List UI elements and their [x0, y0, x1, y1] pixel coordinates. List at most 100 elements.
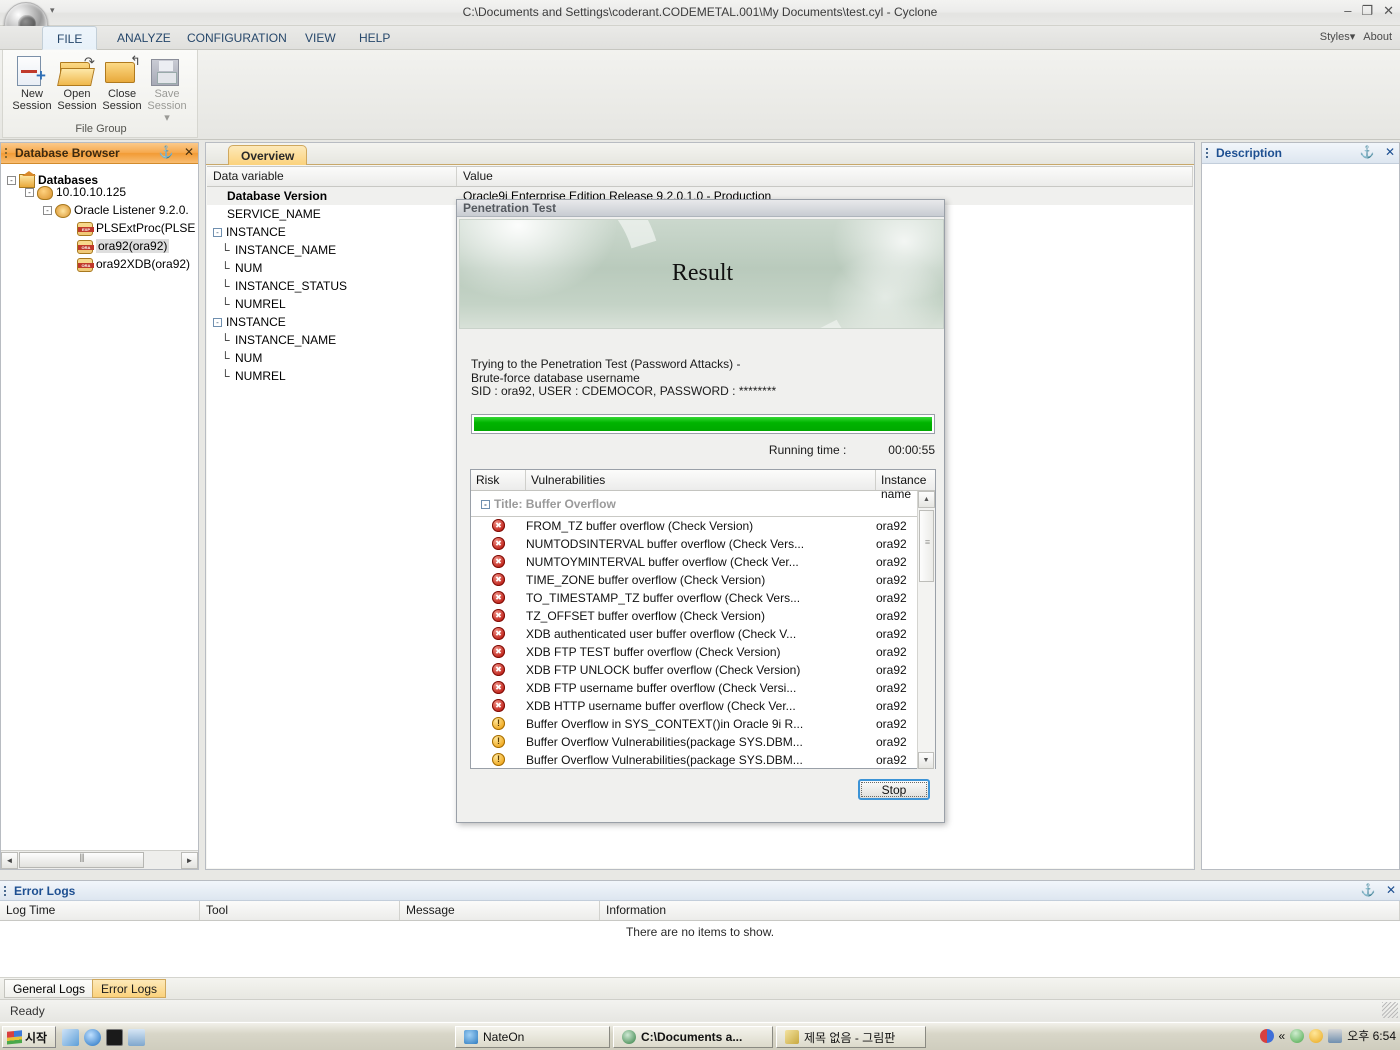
tray-expand-icon[interactable]: «: [1279, 1029, 1286, 1043]
database-browser-horizontal-scrollbar[interactable]: ◄ ►: [1, 850, 198, 869]
table-row[interactable]: NUMTODSINTERVAL buffer overflow (Check V…: [471, 535, 918, 553]
close-button[interactable]: ✕: [1383, 4, 1394, 18]
column-header-log-time[interactable]: Log Time: [0, 901, 200, 920]
expander-icon[interactable]: -: [213, 318, 222, 328]
tree-item-label: 10.10.10.125: [56, 185, 127, 199]
risk-cell: [471, 517, 526, 535]
column-header-message[interactable]: Message: [400, 901, 600, 920]
clock[interactable]: 오후 6:54: [1347, 1027, 1396, 1044]
tab-view[interactable]: VIEW: [291, 26, 350, 50]
tray-icon-1[interactable]: [1259, 1028, 1274, 1043]
expander-icon[interactable]: -: [481, 500, 490, 510]
cell-label: NUMREL: [235, 369, 286, 383]
tab-error-logs[interactable]: Error Logs: [92, 979, 167, 998]
column-header-instance-name[interactable]: Instance name: [876, 470, 935, 501]
column-header-risk[interactable]: Risk: [471, 470, 526, 490]
dialog-title-bar[interactable]: Penetration Test: [457, 200, 944, 217]
pin-icon[interactable]: ⚓: [1360, 145, 1375, 159]
vulnerabilities-vertical-scrollbar[interactable]: ▲ ▼: [917, 491, 935, 769]
expander-icon[interactable]: -: [25, 188, 34, 198]
expander-icon[interactable]: -: [43, 206, 52, 216]
panel-grip-icon[interactable]: [4, 886, 6, 897]
panel-grip-icon[interactable]: [1206, 148, 1208, 159]
description-header-buttons: ⚓ ✕: [1353, 145, 1395, 159]
tray-icon-3[interactable]: [1309, 1028, 1324, 1043]
expander-icon[interactable]: -: [213, 228, 222, 238]
table-row[interactable]: XDB FTP username buffer overflow (Check …: [471, 679, 918, 697]
resize-grip-icon[interactable]: [1382, 1002, 1398, 1018]
new-session-button[interactable]: + New Session: [9, 54, 55, 112]
restore-button[interactable]: ❐: [1361, 4, 1373, 18]
vulnerability-group-header[interactable]: - Title: Buffer Overflow: [471, 491, 918, 517]
tree-item-listener[interactable]: - Oracle Listener 9.2.0.: [1, 201, 198, 219]
scroll-track[interactable]: [145, 852, 181, 869]
tree-item-ora92[interactable]: ORA ora92(ora92): [1, 237, 198, 255]
tree-item-ora92xdb[interactable]: ORA ora92XDB(ora92): [1, 255, 198, 273]
tree-item-databases[interactable]: - Databases: [1, 165, 198, 188]
database-tree[interactable]: - Databases -10.10.10.125 - Oracle Listene…: [1, 165, 198, 848]
column-header-information[interactable]: Information: [600, 901, 1400, 920]
table-row[interactable]: XDB authenticated user buffer overflow (…: [471, 625, 918, 643]
column-header-value[interactable]: Value: [457, 167, 1193, 186]
tab-general-logs[interactable]: General Logs: [4, 979, 95, 998]
dialog-title: Penetration Test: [463, 201, 557, 215]
tab-configuration[interactable]: CONFIGURATION: [173, 26, 301, 50]
column-header-data-variable[interactable]: Data variable: [207, 167, 457, 186]
taskbar-item-explorer[interactable]: C:\Documents a...: [613, 1026, 773, 1048]
quick-access-toolbar-caret-icon[interactable]: ▾: [50, 5, 55, 16]
styles-menu[interactable]: Styles: [1320, 31, 1350, 43]
ribbon-body: + New Session ↷ Open Session ↰ Close Ses…: [0, 50, 1400, 140]
table-row[interactable]: XDB HTTP username buffer overflow (Check…: [471, 697, 918, 715]
tab-file[interactable]: FILE: [42, 26, 98, 50]
tree-item-host[interactable]: - 10.10.10.125: [1, 183, 198, 201]
column-header-vulnerabilities[interactable]: Vulnerabilities: [526, 470, 876, 490]
status-bar: Ready: [0, 999, 1400, 1021]
quicklaunch-computer-icon[interactable]: [128, 1029, 145, 1046]
table-row[interactable]: XDB FTP UNLOCK buffer overflow (Check Ve…: [471, 661, 918, 679]
styles-caret-icon[interactable]: ▾: [1350, 31, 1356, 43]
start-button[interactable]: 시작: [2, 1026, 57, 1048]
panel-grip-icon[interactable]: [5, 148, 7, 159]
about-button[interactable]: About: [1363, 31, 1392, 43]
open-session-button[interactable]: ↷ Open Session: [54, 54, 100, 112]
vulnerabilities-table-body[interactable]: -Title: Buffer Overflow FROM_TZ buffer o…: [471, 491, 918, 769]
taskbar-item-nateon[interactable]: NateOn: [455, 1026, 610, 1048]
table-row[interactable]: Buffer Overflow Vulnerabilities(package …: [471, 733, 918, 751]
table-row[interactable]: NUMTOYMINTERVAL buffer overflow (Check V…: [471, 553, 918, 571]
close-icon[interactable]: ✕: [1386, 883, 1396, 897]
table-row[interactable]: Buffer Overflow Vulnerabilities(package …: [471, 751, 918, 769]
description-header: Description ⚓ ✕: [1202, 143, 1399, 164]
scroll-up-icon[interactable]: ▲: [918, 491, 935, 508]
minimize-button[interactable]: –: [1344, 4, 1351, 18]
tab-overview[interactable]: Overview: [228, 145, 308, 165]
tray-icon-2[interactable]: [1290, 1028, 1305, 1043]
quicklaunch-command-prompt-icon[interactable]: [106, 1029, 123, 1046]
penetration-test-dialog: Penetration Test Result Trying to the Pe…: [456, 199, 945, 823]
scroll-left-icon[interactable]: ◄: [1, 851, 18, 869]
close-icon[interactable]: ✕: [1385, 145, 1395, 159]
table-row[interactable]: TO_TIMESTAMP_TZ buffer overflow (Check V…: [471, 589, 918, 607]
tab-help[interactable]: HELP: [345, 26, 404, 50]
quicklaunch-showdesktop-icon[interactable]: [62, 1029, 79, 1046]
column-header-tool[interactable]: Tool: [200, 901, 400, 920]
scroll-down-icon[interactable]: ▼: [918, 752, 934, 769]
table-row[interactable]: TIME_ZONE buffer overflow (Check Version…: [471, 571, 918, 589]
table-row[interactable]: FROM_TZ buffer overflow (Check Version) …: [471, 517, 918, 535]
quicklaunch-internet-explorer-icon[interactable]: [84, 1029, 101, 1046]
table-row[interactable]: Buffer Overflow in SYS_CONTEXT()in Oracl…: [471, 715, 918, 733]
stop-button[interactable]: Stop: [858, 779, 930, 800]
tray-icon-4[interactable]: [1328, 1028, 1343, 1043]
cell-label: INSTANCE_NAME: [235, 333, 337, 347]
tree-item-plsextproc[interactable]: EXP PLSExtProc(PLSE: [1, 219, 198, 237]
pin-icon[interactable]: ⚓: [159, 145, 174, 159]
pin-icon[interactable]: ⚓: [1361, 883, 1376, 897]
close-icon[interactable]: ✕: [184, 145, 194, 159]
table-row[interactable]: XDB FTP TEST buffer overflow (Check Vers…: [471, 643, 918, 661]
scroll-thumb[interactable]: [919, 510, 935, 582]
close-session-button[interactable]: ↰ Close Session: [99, 53, 145, 112]
taskbar-item-paint[interactable]: 제목 없음 - 그림판: [776, 1026, 926, 1048]
save-session-button[interactable]: Save Session ▾: [144, 54, 190, 124]
table-row[interactable]: TZ_OFFSET buffer overflow (Check Version…: [471, 607, 918, 625]
scroll-right-icon[interactable]: ►: [181, 851, 198, 869]
scroll-thumb[interactable]: [19, 852, 144, 868]
